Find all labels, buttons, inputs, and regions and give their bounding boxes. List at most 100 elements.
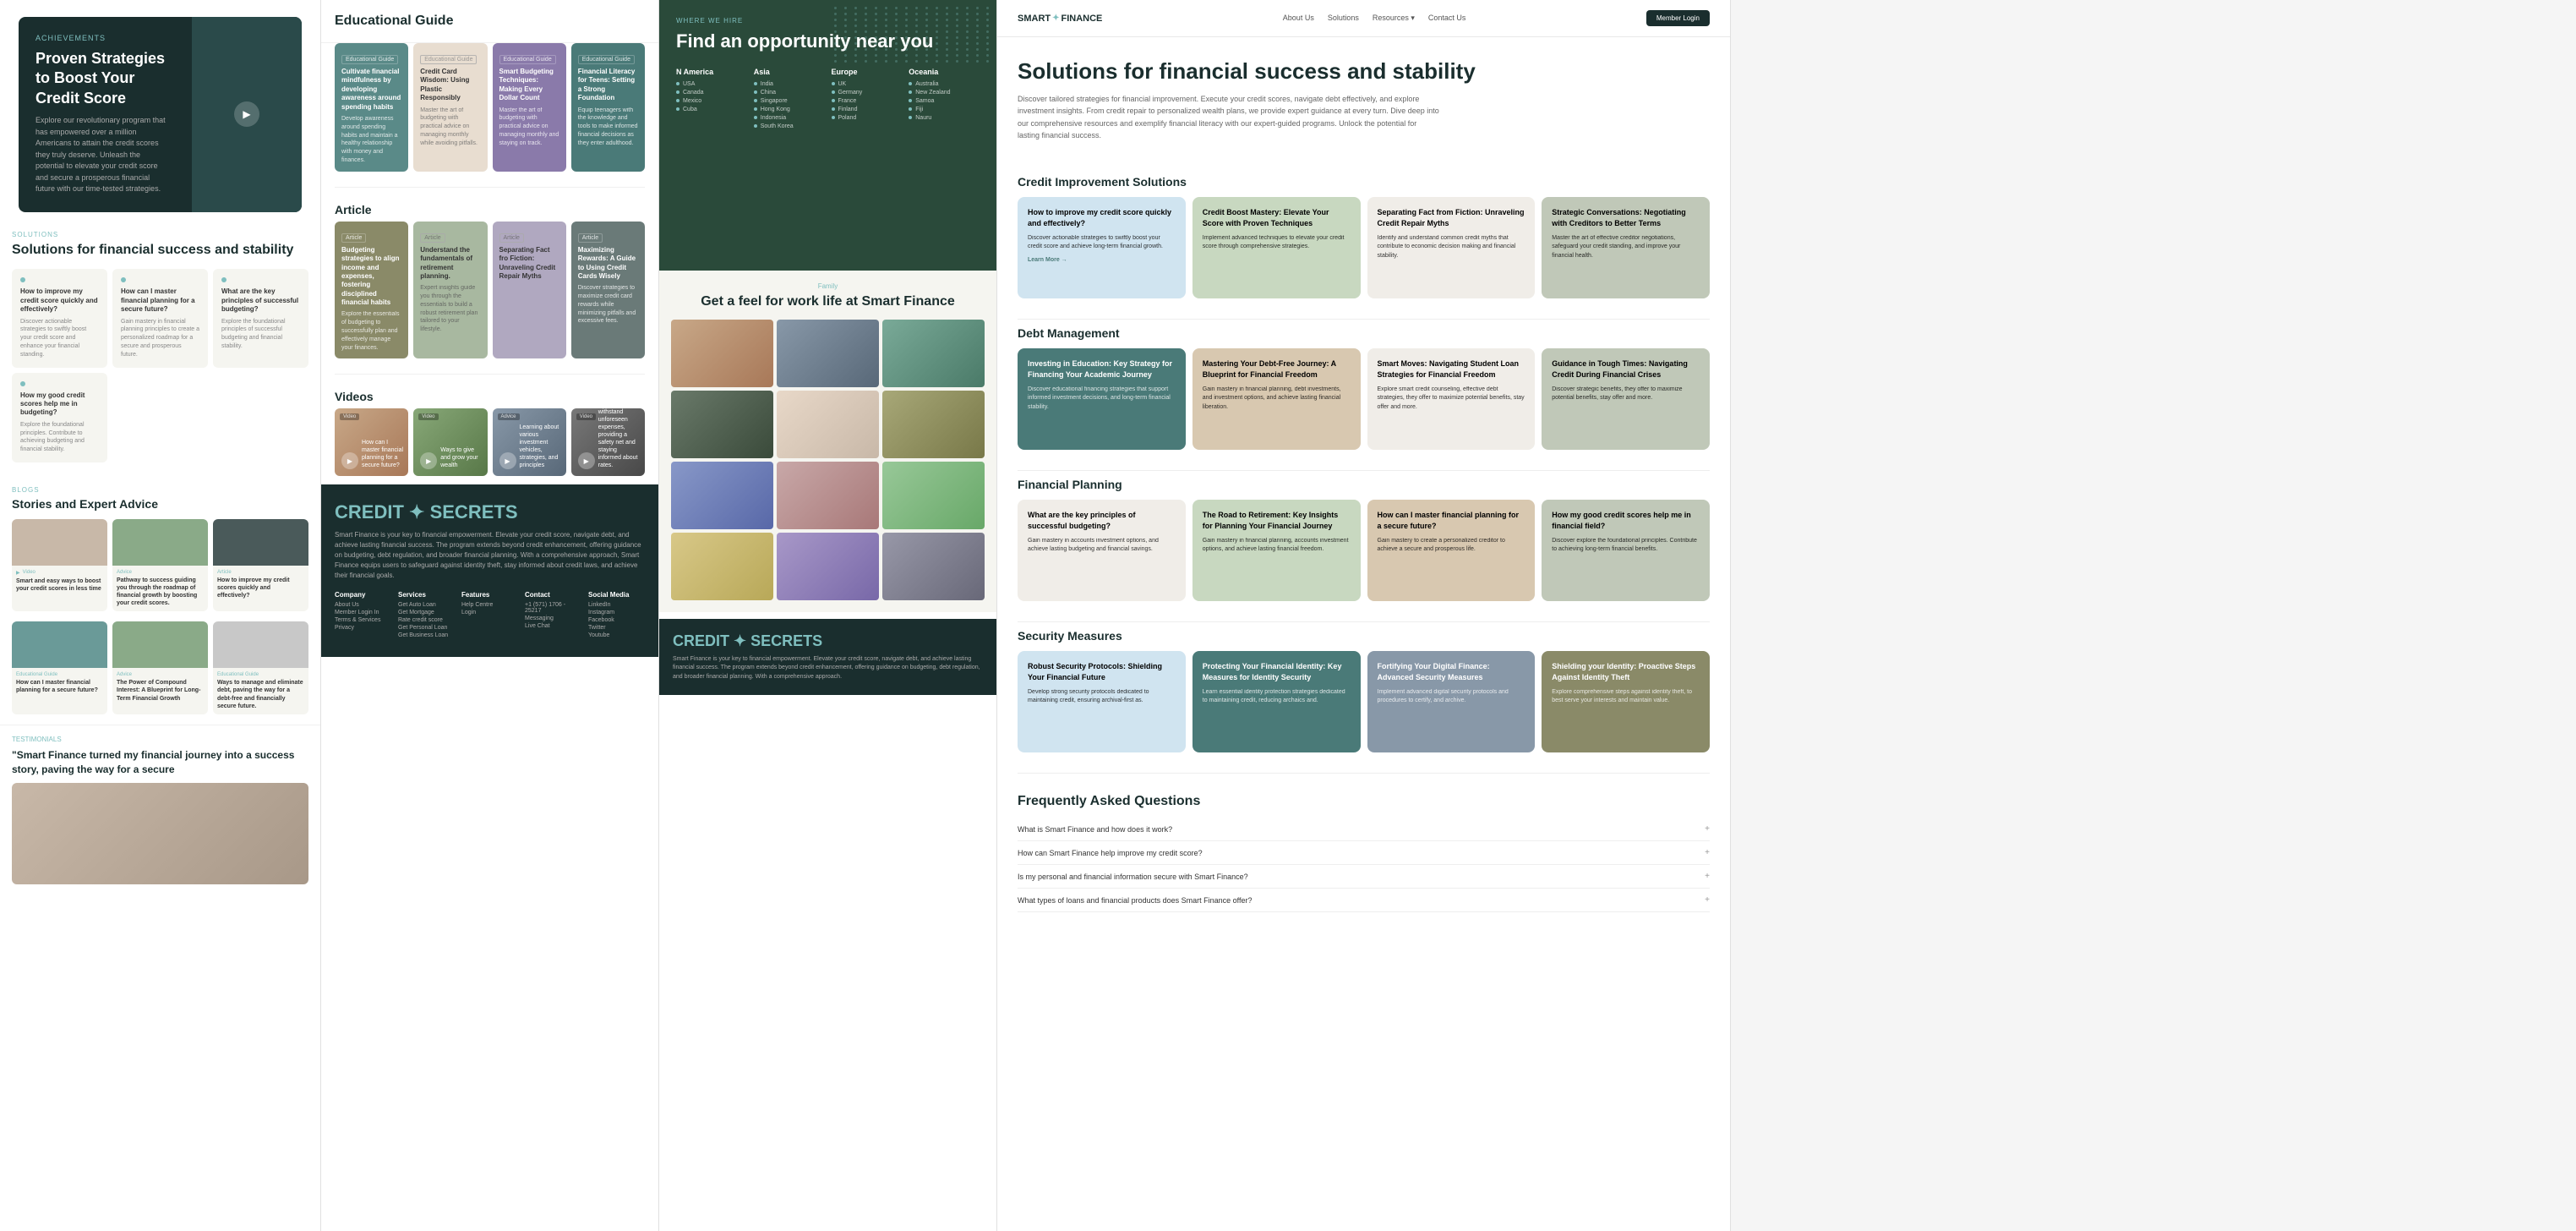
footer-link[interactable]: Instagram <box>588 610 645 616</box>
decorative-dot <box>905 19 908 21</box>
edu-card-3[interactable]: Educational Guide Smart Budgeting Techni… <box>493 43 566 172</box>
security-card-2[interactable]: Protecting Your Financial Identity: Key … <box>1192 651 1361 752</box>
footer-link[interactable]: Member Login In <box>335 610 391 616</box>
footer-link[interactable]: Youtube <box>588 632 645 638</box>
footer-link[interactable]: Facebook <box>588 617 645 623</box>
play-icon[interactable]: ▶ <box>341 452 358 469</box>
footer-link[interactable]: Twitter <box>588 625 645 631</box>
play-icon[interactable]: ▶ <box>578 452 595 469</box>
footer-link[interactable]: Get Business Loan <box>398 632 455 638</box>
article-card-3[interactable]: Article Separating Fact fro Fiction: Unr… <box>493 222 566 359</box>
decorative-dot <box>905 42 908 45</box>
nav-link-contact[interactable]: Contact Us <box>1428 14 1466 23</box>
footer-link[interactable]: Live Chat <box>525 623 581 629</box>
footer-link[interactable]: Terms & Services <box>335 617 391 623</box>
security-card-3[interactable]: Fortifying Your Digital Finance: Advance… <box>1367 651 1536 752</box>
card-desc: Gain mastery in financial planning princ… <box>121 318 199 359</box>
decorative-dot <box>936 48 938 51</box>
decorative-dot <box>905 48 908 51</box>
nav-link-solutions[interactable]: Solutions <box>1328 14 1359 23</box>
decorative-dot <box>956 60 958 63</box>
learn-more-link[interactable]: Learn More → <box>1028 257 1176 263</box>
decorative-dot <box>976 30 979 33</box>
faq-item-4[interactable]: What types of loans and financial produc… <box>1018 889 1710 912</box>
article-card-1[interactable]: Article Budgeting strategies to align in… <box>335 222 408 359</box>
decorative-dot <box>895 25 898 27</box>
article-card-2[interactable]: Article Understand the fundamentals of r… <box>413 222 487 359</box>
faq-item-1[interactable]: What is Smart Finance and how does it wo… <box>1018 818 1710 841</box>
solution-card-2[interactable]: How can I master financial planning for … <box>112 269 208 367</box>
security-card-1[interactable]: Robust Security Protocols: Shielding You… <box>1018 651 1186 752</box>
play-icon[interactable]: ▶ <box>499 452 516 469</box>
decorative-dot <box>946 7 948 9</box>
footer-link[interactable]: About Us <box>335 602 391 608</box>
credit-card-1[interactable]: How to improve my credit score quickly a… <box>1018 197 1186 298</box>
blog-item-3[interactable]: Article How to improve my credit scores … <box>213 519 308 611</box>
debt-card-4[interactable]: Guidance in Tough Times: Navigating Cred… <box>1542 348 1710 450</box>
blog-item-6[interactable]: Educational Guide Ways to manage and eli… <box>213 621 308 714</box>
footer-link[interactable]: Get Mortgage <box>398 610 455 616</box>
faq-item-3[interactable]: Is my personal and financial information… <box>1018 865 1710 889</box>
footer-link[interactable]: Get Personal Loan <box>398 625 455 631</box>
logo-subtext: FINANCE <box>1062 14 1103 24</box>
footer-brand-accent: ✦ <box>409 501 424 522</box>
credit-card-2[interactable]: Credit Boost Mastery: Elevate Your Score… <box>1192 197 1361 298</box>
debt-card-3[interactable]: Smart Moves: Navigating Student Loan Str… <box>1367 348 1536 450</box>
planning-card-4[interactable]: How my good credit scores help me in fin… <box>1542 500 1710 601</box>
solution-card-1[interactable]: How to improve my credit score quickly a… <box>12 269 107 367</box>
footer-link[interactable]: Get Auto Loan <box>398 602 455 608</box>
play-icon[interactable]: ▶ <box>420 452 437 469</box>
decorative-dot <box>915 19 918 21</box>
solutions-cards: How to improve my credit score quickly a… <box>12 269 308 462</box>
card-text: Develop strong security protocols dedica… <box>1028 688 1176 706</box>
decorative-dot <box>986 36 989 39</box>
decorative-dot <box>865 25 867 27</box>
debt-card-2[interactable]: Mastering Your Debt-Free Journey: A Blue… <box>1192 348 1361 450</box>
footer-link[interactable]: Help Centre <box>461 602 518 608</box>
edu-card-2[interactable]: Educational Guide Credit Card Wisdom: Us… <box>413 43 487 172</box>
faq-item-2[interactable]: How can Smart Finance help improve my cr… <box>1018 841 1710 865</box>
blog-item-5[interactable]: Advice The Power of Compound Interest: A… <box>112 621 208 714</box>
debt-cards-grid: Investing in Education: Key Strategy for… <box>1018 348 1710 450</box>
footer-text: Smart Finance is your key to financial e… <box>673 655 983 682</box>
solution-card-3[interactable]: What are the key principles of successfu… <box>213 269 308 367</box>
decorative-dot <box>885 19 887 21</box>
nav-link-about[interactable]: About Us <box>1283 14 1314 23</box>
blog-item-1[interactable]: ▶ Video Smart and easy ways to boost you… <box>12 519 107 611</box>
article-card-4[interactable]: Article Maximizing Rewards: A Guide to U… <box>571 222 645 359</box>
planning-card-3[interactable]: How can I master financial planning for … <box>1367 500 1536 601</box>
blog-item-2[interactable]: Advice Pathway to success guiding you th… <box>112 519 208 611</box>
edu-card-1[interactable]: Educational Guide Cultivate financial mi… <box>335 43 408 172</box>
blog-item-4[interactable]: Educational Guide How can I master finan… <box>12 621 107 714</box>
debt-card-1[interactable]: Investing in Education: Key Strategy for… <box>1018 348 1186 450</box>
solution-card-4[interactable]: How my good credit scores help me in bud… <box>12 373 107 462</box>
credit-card-3[interactable]: Separating Fact from Fiction: Unraveling… <box>1367 197 1536 298</box>
video-card-1[interactable]: Video ▶ How can I master financial plann… <box>335 408 408 476</box>
video-card-4[interactable]: Video ▶ The importance of Building Emerg… <box>571 408 645 476</box>
card-text: Implement advanced techniques to elevate… <box>1203 234 1351 252</box>
footer-link[interactable]: Messaging <box>525 616 581 621</box>
footer-link[interactable]: Privacy <box>335 625 391 631</box>
footer-col-features: Features Help Centre Login <box>461 591 518 640</box>
edu-card-4[interactable]: Educational Guide Financial Literacy for… <box>571 43 645 172</box>
video-card-2[interactable]: Video ▶ Ways to give and grow your wealt… <box>413 408 487 476</box>
nav-link-resources[interactable]: Resources ▾ <box>1373 14 1415 23</box>
member-login-button[interactable]: Member Login <box>1646 10 1710 26</box>
video-card-3[interactable]: Advice ▶ Learning about various investme… <box>493 408 566 476</box>
planning-card-1[interactable]: What are the key principles of successfu… <box>1018 500 1186 601</box>
footer-link[interactable]: LinkedIn <box>588 602 645 608</box>
blog-title: The Power of Compound Interest: A Bluepr… <box>117 679 204 702</box>
decorative-dot <box>905 7 908 9</box>
vid-title: How can I master financial planning for … <box>362 439 403 469</box>
panel-3: Where we hire Find an opportunity near y… <box>659 0 997 1231</box>
footer-text: Smart Finance is your key to financial e… <box>335 530 645 581</box>
play-button[interactable]: ▶ <box>234 101 259 127</box>
footer-link[interactable]: +1 (571) 1706 - 25217 <box>525 602 581 614</box>
decorative-dot <box>915 42 918 45</box>
solutions-title: Solutions for financial success and stab… <box>12 242 308 260</box>
footer-link[interactable]: Login <box>461 610 518 616</box>
credit-card-4[interactable]: Strategic Conversations: Negotiating wit… <box>1542 197 1710 298</box>
security-card-4[interactable]: Shielding your Identity: Proactive Steps… <box>1542 651 1710 752</box>
planning-card-2[interactable]: The Road to Retirement: Key Insights for… <box>1192 500 1361 601</box>
footer-link[interactable]: Rate credit score <box>398 617 455 623</box>
